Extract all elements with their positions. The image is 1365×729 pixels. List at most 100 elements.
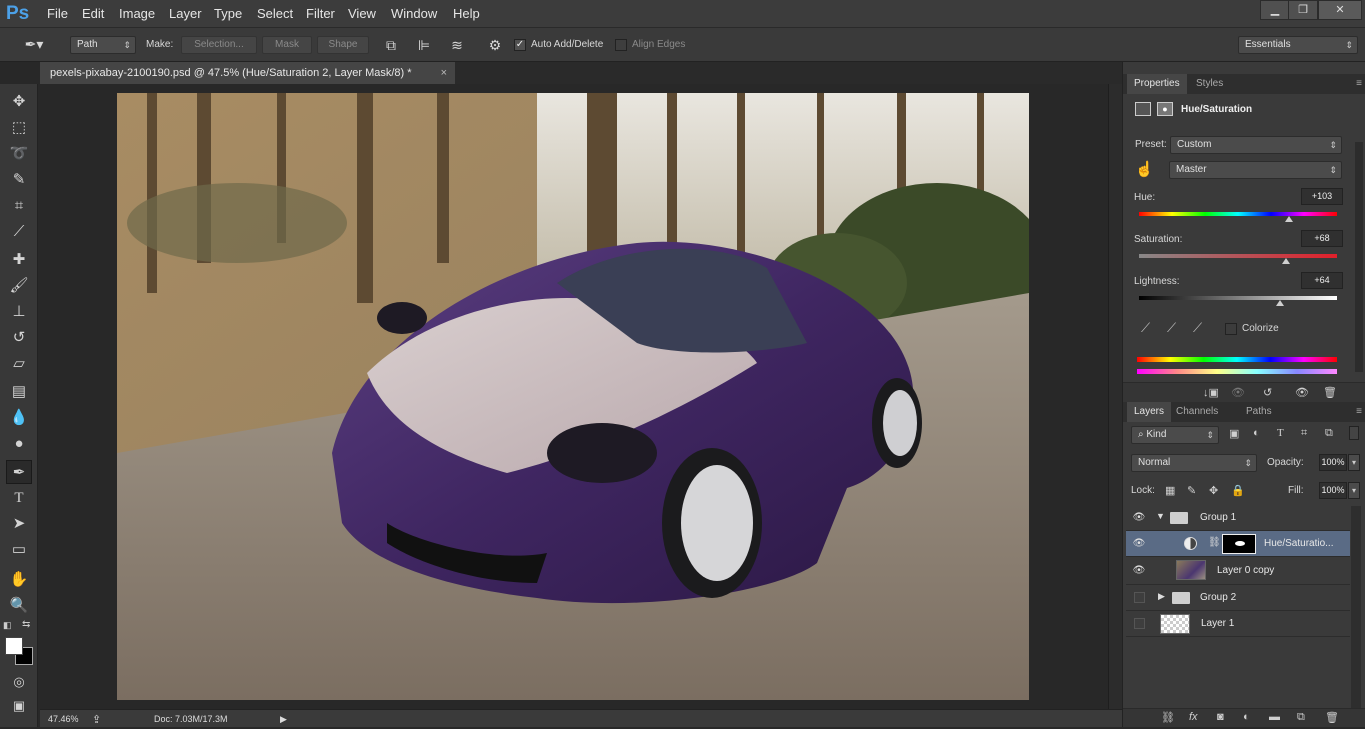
pen-tool-icon[interactable]: ✒ [6, 460, 32, 484]
healing-brush-tool-icon[interactable]: ✚ [6, 248, 32, 272]
pen-tool-preset-icon[interactable]: ✒▾ [20, 36, 48, 53]
filter-pixel-icon[interactable]: ▣ [1229, 427, 1239, 440]
targeted-adjustment-hand-icon[interactable]: ☝ [1135, 160, 1154, 178]
eyedropper-plus-icon[interactable]: ⟋ [1167, 320, 1176, 336]
visibility-off-box[interactable] [1134, 592, 1145, 603]
filter-toggle-switch[interactable] [1349, 426, 1359, 440]
lock-all-icon[interactable]: 🔒 [1231, 484, 1245, 497]
brush-tool-icon[interactable]: 🖌 [6, 274, 32, 298]
layers-panel-menu-icon[interactable]: ≡ [1356, 406, 1362, 417]
new-adjustment-icon[interactable]: ◐ [1243, 711, 1250, 723]
saturation-slider-track[interactable] [1139, 254, 1337, 258]
share-icon[interactable]: ⇪ [92, 711, 101, 729]
default-colors-icon[interactable]: ◧ [3, 620, 12, 631]
visibility-eye-icon[interactable]: 👁 [1132, 537, 1146, 551]
tab-layers[interactable]: Layers [1127, 402, 1172, 422]
hue-value-field[interactable]: +103 [1301, 188, 1343, 205]
layer-name[interactable]: Layer 1 [1201, 611, 1234, 637]
filter-shape-icon[interactable]: ⌗ [1301, 427, 1307, 440]
link-layers-icon[interactable]: ⛓ [1161, 711, 1175, 724]
layer-mask-thumbnail[interactable] [1222, 534, 1256, 554]
vertical-scrollbar[interactable] [1108, 84, 1122, 709]
colorize-checkbox[interactable] [1225, 323, 1237, 335]
hand-tool-icon[interactable]: ✋ [6, 568, 32, 592]
visibility-eye-icon[interactable]: 👁 [1132, 564, 1146, 578]
layer-thumbnail[interactable] [1160, 614, 1190, 634]
type-tool-icon[interactable]: T [6, 486, 32, 510]
layer-row-group-1[interactable]: 👁 ▼ Group 1 [1126, 505, 1350, 531]
quick-mask-icon[interactable]: ◎ [6, 670, 32, 694]
blend-mode-dropdown[interactable]: Normal [1131, 454, 1257, 472]
path-arrangement-icon[interactable]: ≋ [447, 37, 467, 54]
layer-name[interactable]: Group 1 [1200, 505, 1236, 531]
layer-mask-icon[interactable]: ● [1157, 102, 1173, 116]
layer-name[interactable]: Group 2 [1200, 585, 1236, 611]
tab-styles[interactable]: Styles [1189, 74, 1230, 94]
eraser-tool-icon[interactable]: ▱ [6, 352, 32, 376]
quick-selection-tool-icon[interactable]: ✎ [6, 168, 32, 192]
expand-group-chevron-icon[interactable]: ▼ [1156, 511, 1165, 521]
layer-row-layer-0-copy[interactable]: 👁 Layer 0 copy [1126, 557, 1350, 585]
layer-row-hue-saturation[interactable]: 👁 ⛓ Hue/Saturatio... [1126, 531, 1350, 557]
filter-smart-object-icon[interactable]: ⧉ [1325, 427, 1333, 440]
eyedropper-minus-icon[interactable]: ⟋ [1193, 320, 1202, 336]
layers-scrollbar[interactable] [1351, 506, 1361, 726]
fill-field[interactable]: 100% [1319, 482, 1347, 499]
clip-to-layer-icon[interactable]: ↓▣ [1203, 386, 1219, 399]
restore-button[interactable]: ❐ [1288, 0, 1318, 20]
menu-file[interactable]: File [47, 0, 68, 28]
gear-icon[interactable]: ⚙ [485, 37, 505, 54]
lock-image-icon[interactable]: ✎ [1187, 484, 1196, 497]
path-operations-icon[interactable]: ⧉ [381, 37, 401, 54]
foreground-color-swatch[interactable] [5, 637, 23, 655]
gradient-tool-icon[interactable]: ▤ [6, 380, 32, 404]
lock-transparent-icon[interactable]: ▦ [1165, 484, 1175, 497]
menu-window[interactable]: Window [391, 0, 437, 28]
layer-row-group-2[interactable]: ▶ Group 2 [1126, 585, 1350, 611]
path-selection-tool-icon[interactable]: ➤ [6, 512, 32, 536]
menu-filter[interactable]: Filter [306, 0, 335, 28]
lock-position-icon[interactable]: ✥ [1209, 484, 1218, 497]
close-tab-icon[interactable]: × [441, 62, 447, 84]
layer-name[interactable]: Layer 0 copy [1217, 557, 1274, 585]
menu-edit[interactable]: Edit [82, 0, 104, 28]
crop-tool-icon[interactable]: ⌗ [6, 194, 32, 218]
menu-type[interactable]: Type [214, 0, 242, 28]
layer-name[interactable]: Hue/Saturatio... [1264, 531, 1333, 557]
status-menu-arrow-icon[interactable]: ▶ [280, 710, 287, 728]
mask-link-chain-icon[interactable]: ⛓ [1208, 537, 1221, 548]
marquee-tool-icon[interactable]: ⬚ [6, 116, 32, 140]
zoom-tool-icon[interactable]: 🔍 [6, 594, 32, 618]
menu-view[interactable]: View [348, 0, 376, 28]
saturation-slider-thumb[interactable] [1281, 258, 1290, 264]
document-tab[interactable]: pexels-pixabay-2100190.psd @ 47.5% (Hue/… [40, 62, 455, 84]
history-brush-tool-icon[interactable]: ↺ [6, 326, 32, 350]
blur-tool-icon[interactable]: 💧 [6, 406, 32, 430]
fill-dropdown-icon[interactable]: ▾ [1348, 482, 1360, 499]
panel-menu-icon[interactable]: ≡ [1356, 78, 1362, 89]
menu-help[interactable]: Help [453, 0, 480, 28]
tab-properties[interactable]: Properties [1127, 74, 1187, 94]
preset-dropdown[interactable]: Custom [1170, 136, 1342, 154]
menu-image[interactable]: Image [119, 0, 155, 28]
visibility-eye-icon[interactable]: 👁 [1132, 511, 1146, 525]
lasso-tool-icon[interactable]: ➰ [6, 142, 32, 166]
toggle-visibility-icon[interactable]: 👁 [1295, 386, 1309, 399]
opacity-field[interactable]: 100% [1319, 454, 1347, 471]
view-previous-icon[interactable]: 👁 [1231, 386, 1245, 399]
move-tool-icon[interactable]: ✥ [6, 90, 32, 114]
lightness-slider-thumb[interactable] [1275, 300, 1284, 306]
tab-channels[interactable]: Channels [1169, 402, 1225, 422]
collapse-group-chevron-icon[interactable]: ▶ [1158, 591, 1165, 602]
layer-style-fx-icon[interactable]: fx [1189, 711, 1198, 723]
minimize-button[interactable]: ▁ [1260, 0, 1290, 20]
tab-paths[interactable]: Paths [1239, 402, 1279, 422]
reset-icon[interactable]: ↺ [1263, 386, 1272, 399]
new-layer-icon[interactable]: ⧉ [1297, 711, 1305, 724]
menu-layer[interactable]: Layer [169, 0, 202, 28]
auto-add-delete-checkbox[interactable]: ✓ [514, 39, 526, 51]
clone-stamp-tool-icon[interactable]: ⊥ [6, 300, 32, 324]
eyedropper-tool-icon[interactable]: ⟋ [6, 220, 32, 244]
align-edges-checkbox[interactable] [615, 39, 627, 51]
rectangle-tool-icon[interactable]: ▭ [6, 538, 32, 562]
